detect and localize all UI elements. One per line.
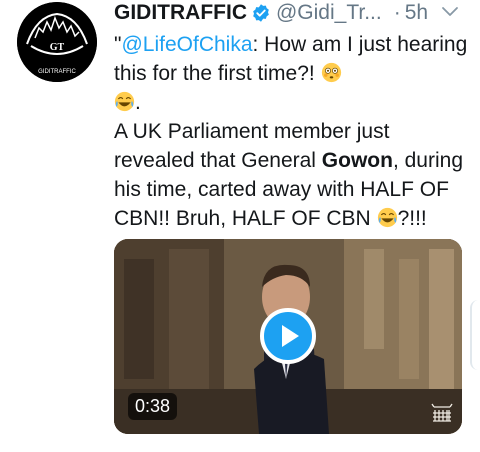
svg-text:GT: GT [50, 42, 65, 53]
verified-icon [253, 4, 269, 22]
tweet-text-part: ?!!! [397, 207, 427, 230]
mention-link[interactable]: @LifeOfChika [121, 33, 252, 56]
tweet-text: "@LifeOfChika: How am I just hearing thi… [114, 30, 470, 233]
flushed-emoji-icon [321, 62, 341, 83]
portcullis-icon [431, 403, 453, 422]
chevron-down-icon[interactable] [440, 4, 460, 20]
play-button[interactable] [260, 308, 316, 364]
tweet-time[interactable]: 5h [405, 1, 428, 25]
author-name[interactable]: GIDITRAFFIC [114, 1, 247, 25]
svg-text:GIDITRAFFIC: GIDITRAFFIC [38, 69, 76, 75]
tweet-text-line2: A UK Parliament member just revealed tha… [114, 117, 470, 233]
avatar[interactable]: GT GIDITRAFFIC [17, 2, 97, 82]
tweet-text-line1: "@LifeOfChika: How am I just hearing thi… [114, 30, 470, 117]
tweet-text-part: . [135, 91, 141, 114]
separator-dot: · [393, 1, 401, 24]
avatar-logo-icon: GT GIDITRAFFIC [17, 2, 97, 82]
laughing-emoji-icon [114, 91, 135, 112]
tweet-text-bold: Gowon [321, 149, 393, 172]
author-handle[interactable]: @Gidi_Tr... [276, 1, 382, 25]
laughing-emoji-icon [377, 207, 397, 228]
play-icon [282, 325, 299, 347]
tweet-header: GIDITRAFFIC @Gidi_Tr... · 5h [114, 0, 428, 26]
video-duration: 0:38 [128, 393, 178, 420]
video-player[interactable]: 0:38 [114, 239, 462, 434]
scrollbar[interactable] [470, 300, 480, 370]
